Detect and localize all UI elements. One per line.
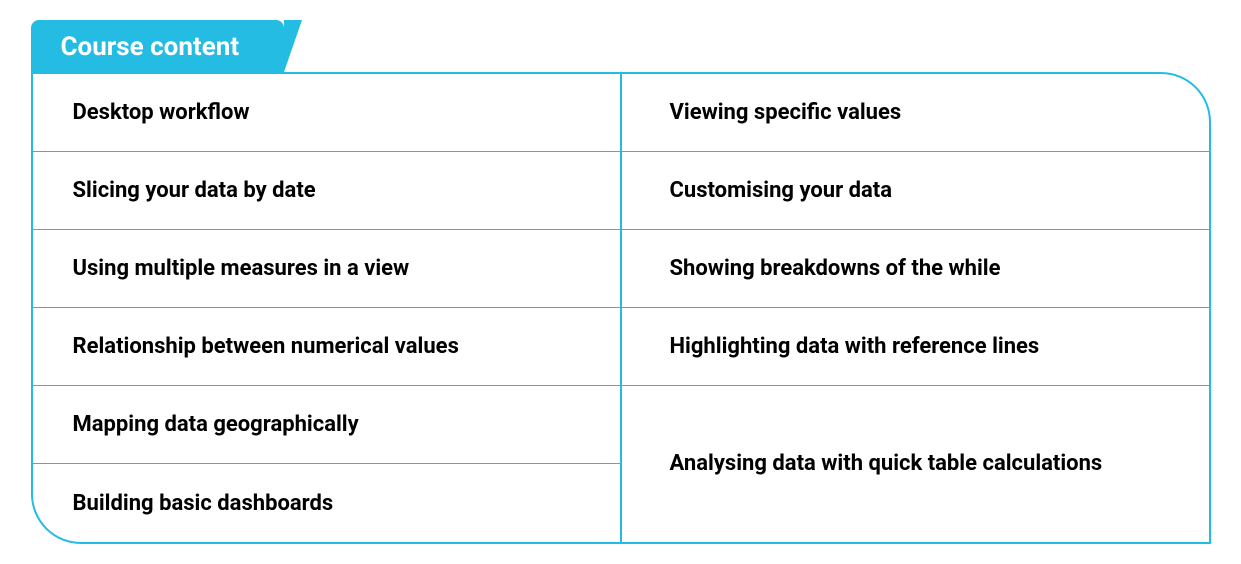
section-header: Course content — [31, 20, 285, 74]
content-item: Building basic dashboards — [33, 464, 620, 542]
content-item: Analysing data with quick table calculat… — [622, 386, 1209, 542]
content-item: Showing breakdowns of the while — [622, 230, 1209, 308]
content-grid: Desktop workflow Slicing your data by da… — [31, 72, 1211, 544]
content-item: Viewing specific values — [622, 74, 1209, 152]
content-item: Customising your data — [622, 152, 1209, 230]
content-item: Highlighting data with reference lines — [622, 308, 1209, 386]
content-item: Relationship between numerical values — [33, 308, 620, 386]
content-item: Slicing your data by date — [33, 152, 620, 230]
section-title: Course content — [61, 32, 240, 62]
course-content-container: Course content Desktop workflow Slicing … — [31, 20, 1211, 544]
right-column: Viewing specific values Customising your… — [622, 74, 1209, 542]
content-item: Mapping data geographically — [33, 386, 620, 464]
content-item: Using multiple measures in a view — [33, 230, 620, 308]
left-column: Desktop workflow Slicing your data by da… — [33, 74, 622, 542]
content-item: Desktop workflow — [33, 74, 620, 152]
